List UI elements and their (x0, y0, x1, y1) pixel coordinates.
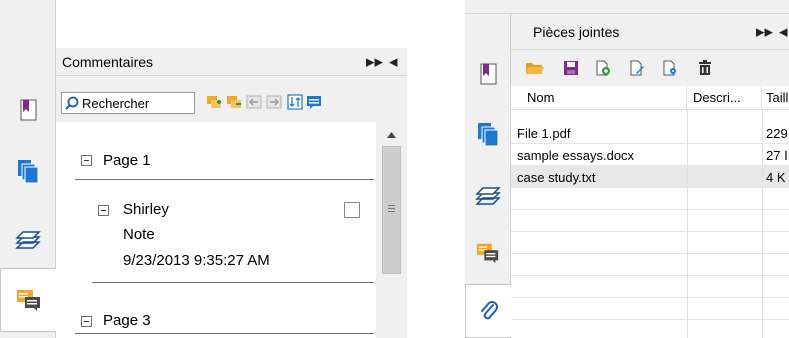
column-header-description[interactable]: Descri... (687, 86, 762, 110)
attachments-header: Pièces jointes ▶▶ ◀ (511, 14, 789, 50)
import-icon[interactable] (246, 94, 262, 110)
file-size: 4 K (766, 169, 786, 185)
tab-bookmarks[interactable] (465, 54, 510, 94)
grip-line (388, 211, 395, 212)
group-page-3[interactable]: Page 3 (103, 312, 151, 329)
column-header-size[interactable]: Taill (762, 86, 789, 110)
collapse-toggle[interactable] (81, 155, 92, 166)
collapse-toggle[interactable] (81, 316, 92, 327)
empty-row (511, 188, 789, 210)
side-tab-bar (465, 14, 512, 338)
empty-row (511, 232, 789, 254)
bookmark-icon (20, 99, 36, 121)
group-page-1[interactable]: Page 1 (103, 152, 151, 169)
table-row[interactable]: sample essays.docx 27 I (511, 144, 789, 166)
bookmark-icon (480, 63, 496, 85)
delete-icon[interactable] (697, 60, 713, 76)
tab-attachments[interactable] (465, 284, 512, 338)
comments-icon (476, 243, 498, 264)
column-divider (687, 110, 688, 338)
layers-icon (474, 187, 501, 205)
open-folder-icon[interactable] (525, 60, 545, 76)
pages-icon (477, 123, 498, 147)
divider (75, 179, 374, 180)
comments-list: Page 1 Shirley Note 9/23/2013 9:35:27 AM… (56, 122, 376, 338)
file-name: File 1.pdf (517, 125, 571, 141)
attachments-panel: Pièces jointes ▶▶ ◀ Nom Descri... Taill (465, 0, 789, 338)
tab-layers[interactable] (465, 174, 510, 214)
file-description (687, 122, 762, 144)
table-row[interactable]: File 1.pdf 229 (511, 122, 789, 144)
search-icon (65, 96, 79, 110)
comments-icon (17, 290, 40, 311)
note-icon[interactable] (306, 94, 322, 110)
delete-comment-icon[interactable] (226, 94, 242, 110)
panel-title: Pièces jointes (533, 23, 620, 40)
collapse-panel-icon[interactable]: ◀ (389, 55, 397, 68)
tab-comments[interactable] (465, 233, 510, 273)
tab-comments[interactable] (0, 268, 57, 332)
edit-file-icon[interactable] (629, 60, 645, 76)
tab-layers[interactable] (0, 212, 55, 264)
file-description (687, 166, 762, 188)
file-description (687, 144, 762, 166)
table-row-selected[interactable]: case study.txt 4 K (511, 166, 789, 188)
pages-icon (17, 160, 38, 184)
search-text: Rechercher (82, 95, 150, 111)
file-size: 27 I (766, 147, 788, 163)
empty-row (511, 276, 789, 298)
column-divider (762, 110, 763, 338)
column-header-name[interactable]: Nom (511, 86, 687, 110)
tab-pages[interactable] (465, 114, 510, 154)
save-icon[interactable] (563, 60, 579, 76)
empty-row (511, 254, 789, 276)
scroll-up-arrow-icon[interactable] (387, 132, 396, 138)
collapse-toggle[interactable] (98, 205, 109, 216)
empty-row (511, 320, 789, 338)
attachments-toolbar (511, 50, 789, 86)
side-tab-bar (0, 0, 57, 338)
scroll-thumb[interactable] (382, 146, 401, 274)
vertical-scrollbar[interactable] (376, 122, 407, 338)
add-file-icon[interactable] (595, 60, 611, 76)
comment-type: Note (123, 226, 155, 243)
comment-author[interactable]: Shirley (123, 201, 169, 218)
paperclip-icon (481, 301, 498, 320)
comments-panel: Commentaires ▶▶ ◀ Rechercher Page 1 Shir… (0, 0, 407, 338)
comment-checkbox[interactable] (344, 202, 360, 218)
file-name: case study.txt (517, 169, 596, 185)
search-input[interactable]: Rechercher (61, 92, 195, 114)
top-strip (465, 0, 789, 14)
file-size: 229 (766, 125, 788, 141)
empty-row (511, 210, 789, 232)
panel-title: Commentaires (62, 53, 154, 70)
add-comment-icon[interactable] (206, 94, 222, 110)
comments-header: Commentaires ▶▶ ◀ (56, 48, 407, 76)
attachments-table: Nom Descri... Taill File 1.pdf 229 sampl… (511, 86, 789, 338)
divider (75, 333, 374, 334)
tab-bookmarks[interactable] (0, 84, 55, 136)
divider (92, 282, 374, 283)
expand-panel-icon[interactable]: ▶▶ (756, 25, 773, 38)
collapse-panel-icon[interactable]: ◀ (779, 25, 787, 38)
tab-pages[interactable] (0, 145, 55, 197)
sort-icon[interactable] (287, 94, 303, 110)
export-icon[interactable] (266, 94, 282, 110)
file-settings-icon[interactable] (662, 60, 678, 76)
file-name: sample essays.docx (517, 147, 635, 163)
comment-date: 9/23/2013 9:35:27 AM (123, 252, 270, 269)
grip-line (388, 205, 395, 206)
grip-line (388, 208, 395, 209)
empty-row (511, 298, 789, 320)
layers-icon (14, 231, 41, 249)
expand-panel-icon[interactable]: ▶▶ (366, 55, 383, 68)
